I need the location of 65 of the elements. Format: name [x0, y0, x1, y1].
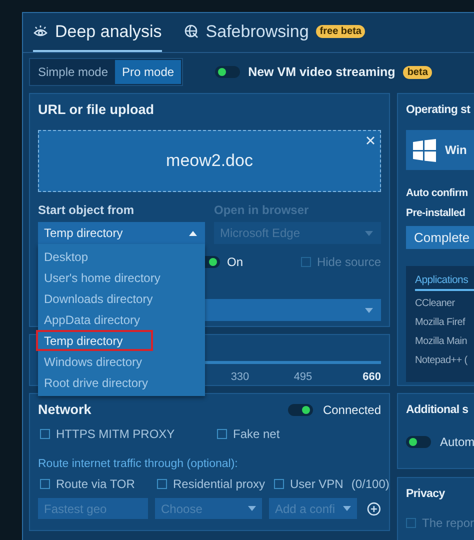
dropdown-option[interactable]: Temp directory: [36, 330, 153, 351]
dropdown-option[interactable]: Root drive directory: [38, 372, 205, 393]
dropdown-option[interactable]: AppData directory: [38, 309, 205, 330]
os-name: Win: [445, 143, 467, 157]
checkbox-label: User VPN: [290, 477, 344, 491]
checkbox[interactable]: [274, 479, 284, 489]
caret-icon: [248, 506, 256, 511]
toggle-label: Autom: [440, 435, 474, 449]
tab[interactable]: Deep analysis: [33, 13, 162, 52]
dropdown-option[interactable]: Desktop: [38, 246, 205, 267]
globe-icon: [184, 24, 199, 39]
app-item: Notepad++ (: [415, 354, 468, 367]
caret-icon: [365, 308, 373, 312]
app-item: Mozilla Firef: [415, 316, 466, 329]
beta-badge: free beta: [316, 25, 366, 38]
beta-badge: beta: [403, 66, 432, 78]
dropdown-option[interactable]: Downloads directory: [38, 288, 205, 309]
plus-icon[interactable]: [367, 502, 381, 516]
checkbox[interactable]: [157, 479, 167, 489]
tick-label: 495: [292, 371, 314, 383]
preset-select[interactable]: Complete: [406, 226, 474, 249]
toggle-switch[interactable]: [288, 404, 313, 416]
setting-label: Pre-installed: [406, 206, 466, 220]
caret-icon: [365, 230, 373, 236]
app-item: Mozilla Main: [415, 335, 468, 348]
toggle-switch[interactable]: [215, 66, 240, 78]
close-icon[interactable]: [366, 136, 375, 145]
eye-icon: [33, 24, 48, 38]
drop-zone[interactable]: meow2.doc: [38, 130, 381, 192]
mode-option[interactable]: Simple mode: [31, 60, 116, 84]
checkbox[interactable]: [40, 429, 50, 439]
app-item: CCleaner: [415, 297, 456, 310]
mode-option[interactable]: Pro mode: [115, 60, 182, 84]
field-label: Start object from: [38, 202, 136, 218]
tick-label: 660: [362, 371, 381, 383]
toggle-label: On: [227, 255, 244, 269]
checkbox[interactable]: [40, 479, 50, 489]
checkbox-label: The repor: [422, 516, 474, 530]
tick-label: 330: [230, 371, 250, 383]
caret-icon: [343, 506, 352, 511]
file-name: meow2.doc: [166, 151, 253, 171]
checkbox[interactable]: [217, 429, 227, 439]
panel-title: Operating st: [406, 103, 472, 118]
panel-title: Network: [38, 402, 92, 418]
toggle-label: Connected: [322, 403, 381, 417]
checkbox-label: Residential proxy: [173, 477, 266, 491]
panel-title: Privacy: [406, 487, 446, 502]
panel-title: URL or file upload: [38, 102, 156, 118]
caret-icon: [189, 230, 197, 236]
window-panes-icon: [413, 138, 436, 162]
checkbox-label: HTTPS MITM PROXY: [56, 427, 175, 441]
setting-label: Auto confirm: [406, 186, 469, 200]
tab[interactable]: Applications: [415, 274, 474, 291]
checkbox-label: Fake net: [233, 427, 280, 441]
checkbox-label: Route via TOR: [56, 477, 135, 491]
panel-title: Additional s: [406, 403, 470, 418]
os-card[interactable]: Win: [406, 130, 474, 170]
section-label: Route internet traffic through (optional):: [38, 457, 239, 472]
tab[interactable]: Safebrowsing free beta: [184, 13, 366, 52]
toggle-label: New VM video streaming: [248, 65, 396, 79]
checkbox-label: Hide source: [316, 255, 381, 269]
dropdown-option[interactable]: User's home directory: [38, 267, 205, 288]
count-label: (0/100): [351, 477, 390, 491]
dropdown-option[interactable]: Windows directory: [38, 351, 205, 372]
toggle-switch[interactable]: [406, 436, 431, 448]
